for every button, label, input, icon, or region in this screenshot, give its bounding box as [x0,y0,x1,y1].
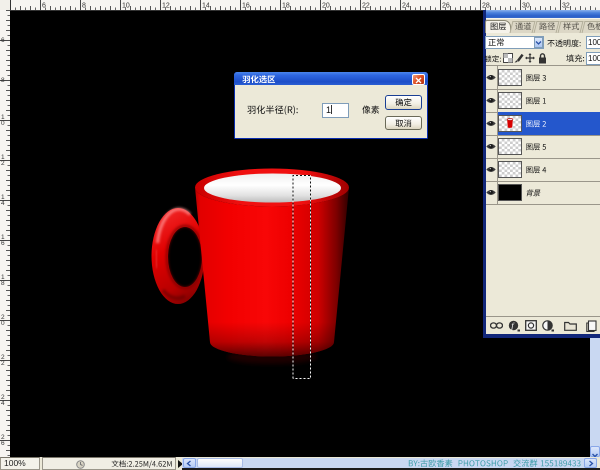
svg-text:8: 8 [1,77,5,84]
svg-text:22: 22 [362,3,370,10]
svg-text:6: 6 [42,3,46,10]
svg-text:26: 26 [442,3,450,10]
svg-text:20: 20 [322,3,330,10]
svg-text:0: 0 [1,120,5,127]
svg-text:6: 6 [1,37,5,44]
svg-text:28: 28 [482,3,490,10]
svg-text:24: 24 [402,3,410,10]
svg-text:10: 10 [122,3,130,10]
svg-text:12: 12 [162,3,170,10]
svg-text:2: 2 [1,160,5,167]
svg-text:18: 18 [282,3,290,10]
svg-text:8: 8 [82,3,86,10]
svg-text:8: 8 [1,280,5,287]
svg-text:2: 2 [1,360,5,367]
svg-text:30: 30 [522,3,530,10]
svg-text:6: 6 [1,440,5,447]
svg-text:4: 4 [1,400,5,407]
svg-text:32: 32 [562,3,570,10]
svg-text:0: 0 [1,320,5,327]
svg-text:6: 6 [1,240,5,247]
svg-text:14: 14 [202,3,210,10]
svg-text:4: 4 [1,200,5,207]
svg-text:16: 16 [242,3,250,10]
